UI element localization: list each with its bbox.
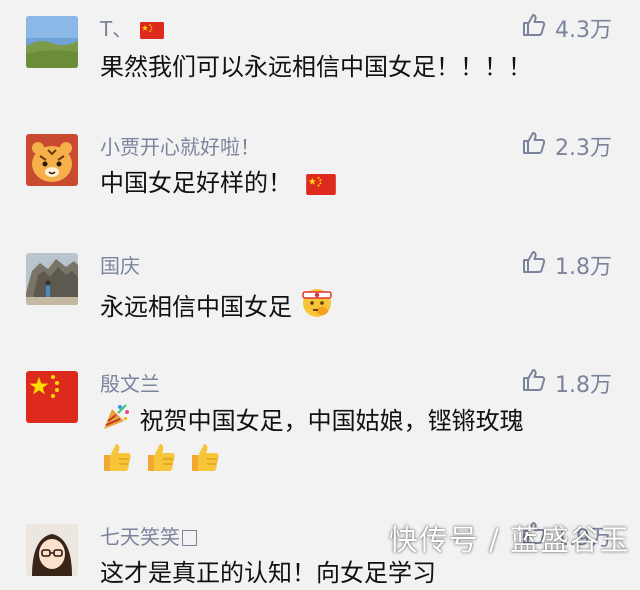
china-flag-icon — [305, 170, 336, 204]
party-popper-icon — [100, 401, 132, 442]
user-name[interactable]: T、 — [100, 16, 165, 45]
china-flag-icon — [140, 19, 165, 45]
thumbs-up-emoji-icon — [100, 440, 134, 478]
user-name[interactable]: 小贾开心就好啦！ — [100, 134, 260, 160]
user-avatar[interactable] — [26, 134, 78, 186]
thumbs-up-icon — [521, 130, 547, 162]
unknown-glyph-icon — [182, 530, 197, 546]
comment-text-content: 永远相信中国女足 — [100, 293, 292, 321]
user-name[interactable]: 国庆 — [100, 253, 140, 279]
like-button[interactable]: 1.8万 — [521, 367, 612, 399]
comment-text: 祝贺中国女足，中国姑娘，铿锵玫瑰 — [100, 401, 524, 442]
user-name-text: 国庆 — [100, 254, 140, 278]
like-count: 2.3万 — [555, 136, 612, 161]
like-count: 1.8万 — [555, 255, 612, 280]
like-count: 1.8万 — [555, 373, 612, 398]
like-button[interactable]: 1.8万 — [521, 249, 612, 281]
comment-text: 永远相信中国女足 — [100, 285, 334, 328]
determined-face-emoji-icon — [300, 285, 334, 328]
user-name-text: 小贾开心就好啦！ — [100, 135, 260, 159]
watermark: 快传号 / 蓝盛谷玉 — [388, 523, 630, 557]
thumbs-up-icon — [521, 12, 547, 44]
comment-text: 这才是真正的认知！向女足学习 — [100, 559, 436, 587]
like-count: 4.3万 — [555, 18, 612, 43]
comment-text: 中国女足好样的！ — [100, 166, 336, 204]
emoji-row — [100, 440, 222, 478]
user-avatar[interactable] — [26, 253, 78, 305]
user-avatar[interactable] — [26, 524, 78, 576]
user-name[interactable]: 七天笑笑 — [100, 524, 197, 550]
like-button[interactable]: 4.3万 — [521, 12, 612, 44]
user-avatar[interactable] — [26, 371, 78, 423]
comment-text-content: 中国女足好样的！ — [100, 169, 292, 197]
user-name[interactable]: 殷文兰 — [100, 371, 160, 397]
thumbs-up-emoji-icon — [188, 440, 222, 478]
thumbs-up-emoji-icon — [144, 440, 178, 478]
thumbs-up-icon — [521, 249, 547, 281]
user-avatar[interactable] — [26, 16, 78, 68]
like-button[interactable]: 2.3万 — [521, 130, 612, 162]
comment-text-content: 祝贺中国女足，中国姑娘，铿锵玫瑰 — [139, 407, 524, 435]
comment-text: 果然我们可以永远相信中国女足！！！！ — [100, 53, 532, 81]
user-name-text: 殷文兰 — [100, 372, 160, 396]
user-name-text: 七天笑笑 — [100, 525, 180, 549]
thumbs-up-icon — [521, 367, 547, 399]
user-name-text: T、 — [100, 17, 133, 41]
